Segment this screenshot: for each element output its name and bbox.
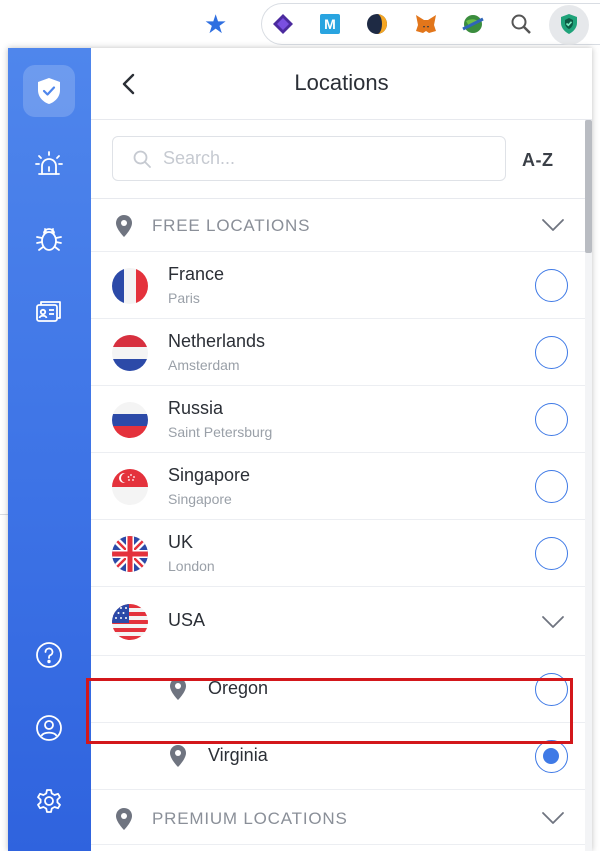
- chevron-down-icon: [542, 616, 564, 628]
- premium-locations-label: PREMIUM LOCATIONS: [152, 809, 348, 828]
- yellow-dark-extension-icon[interactable]: [365, 12, 389, 36]
- location-radio-selected[interactable]: [535, 740, 568, 773]
- city-name: Amsterdam: [168, 357, 240, 373]
- location-radio[interactable]: [535, 403, 568, 436]
- svg-text:M: M: [324, 16, 336, 32]
- location-radio[interactable]: [535, 269, 568, 302]
- france-flag-icon: [112, 268, 148, 304]
- russia-flag-icon: [112, 402, 148, 438]
- bug-icon[interactable]: [31, 221, 67, 257]
- chevron-down-icon: [542, 812, 564, 824]
- city-name: Saint Petersburg: [168, 424, 273, 440]
- shield-icon[interactable]: [23, 65, 75, 117]
- location-row-russia[interactable]: Russia Saint Petersburg: [91, 386, 585, 453]
- location-radio[interactable]: [535, 336, 568, 369]
- vpn-shield-extension-icon[interactable]: [557, 12, 581, 36]
- free-locations-label: FREE LOCATIONS: [152, 216, 311, 235]
- location-row-netherlands[interactable]: Netherlands Amsterdam: [91, 319, 585, 386]
- search-row: A-Z: [91, 120, 592, 199]
- usa-flag-icon: [112, 604, 148, 640]
- sidebar: [8, 48, 91, 851]
- netherlands-flag-icon: [112, 335, 148, 371]
- selection-highlight-box: [86, 678, 573, 744]
- city-name: Singapore: [168, 491, 232, 507]
- sort-az-button[interactable]: A-Z: [522, 150, 554, 171]
- country-name: USA: [168, 610, 206, 630]
- siren-icon[interactable]: [31, 147, 67, 183]
- settings-icon[interactable]: [31, 783, 67, 819]
- city-name: Paris: [168, 290, 200, 306]
- location-row-france[interactable]: France Paris: [91, 252, 585, 319]
- country-name: Netherlands: [168, 331, 266, 351]
- metamask-fox-icon[interactable]: [414, 12, 438, 36]
- scrollbar-thumb[interactable]: [585, 120, 592, 253]
- search-icon: [133, 150, 151, 168]
- singapore-flag-icon: [112, 469, 148, 505]
- location-pin-icon: [116, 808, 132, 830]
- location-row-singapore[interactable]: Singapore Singapore: [91, 453, 585, 520]
- location-pin-icon: [170, 745, 186, 767]
- city-name: London: [168, 558, 215, 574]
- purple-diamond-extension-icon[interactable]: [271, 12, 295, 36]
- globe-extension-icon[interactable]: [461, 12, 485, 36]
- m-extension-icon[interactable]: M: [318, 12, 342, 36]
- page-title: Locations: [294, 70, 389, 95]
- country-name: Singapore: [168, 465, 251, 485]
- search-input[interactable]: [163, 137, 493, 180]
- browser-toolbar: ★ M: [0, 0, 600, 50]
- search-box[interactable]: [112, 136, 506, 181]
- bookmark-star-icon[interactable]: ★: [204, 11, 227, 37]
- country-name: Russia: [168, 398, 224, 418]
- location-pin-icon: [116, 215, 132, 237]
- location-radio[interactable]: [535, 537, 568, 570]
- background-page-divider: [0, 514, 8, 515]
- free-locations-header[interactable]: FREE LOCATIONS: [91, 199, 585, 252]
- location-name: Virginia: [208, 745, 268, 765]
- country-name: UK: [168, 532, 194, 552]
- location-radio[interactable]: [535, 470, 568, 503]
- chevron-down-icon: [542, 219, 564, 231]
- premium-locations-header[interactable]: PREMIUM LOCATIONS: [91, 792, 585, 845]
- uk-flag-icon: [112, 536, 148, 572]
- account-icon[interactable]: [31, 710, 67, 746]
- header: Locations: [91, 48, 592, 120]
- location-row-usa[interactable]: USA: [91, 587, 585, 656]
- id-card-icon[interactable]: [31, 294, 67, 330]
- magnifier-extension-icon[interactable]: [509, 12, 533, 36]
- location-row-uk[interactable]: UK London: [91, 520, 585, 587]
- country-name: France: [168, 264, 225, 284]
- scrollbar-track[interactable]: [585, 120, 592, 851]
- help-icon[interactable]: [31, 637, 67, 673]
